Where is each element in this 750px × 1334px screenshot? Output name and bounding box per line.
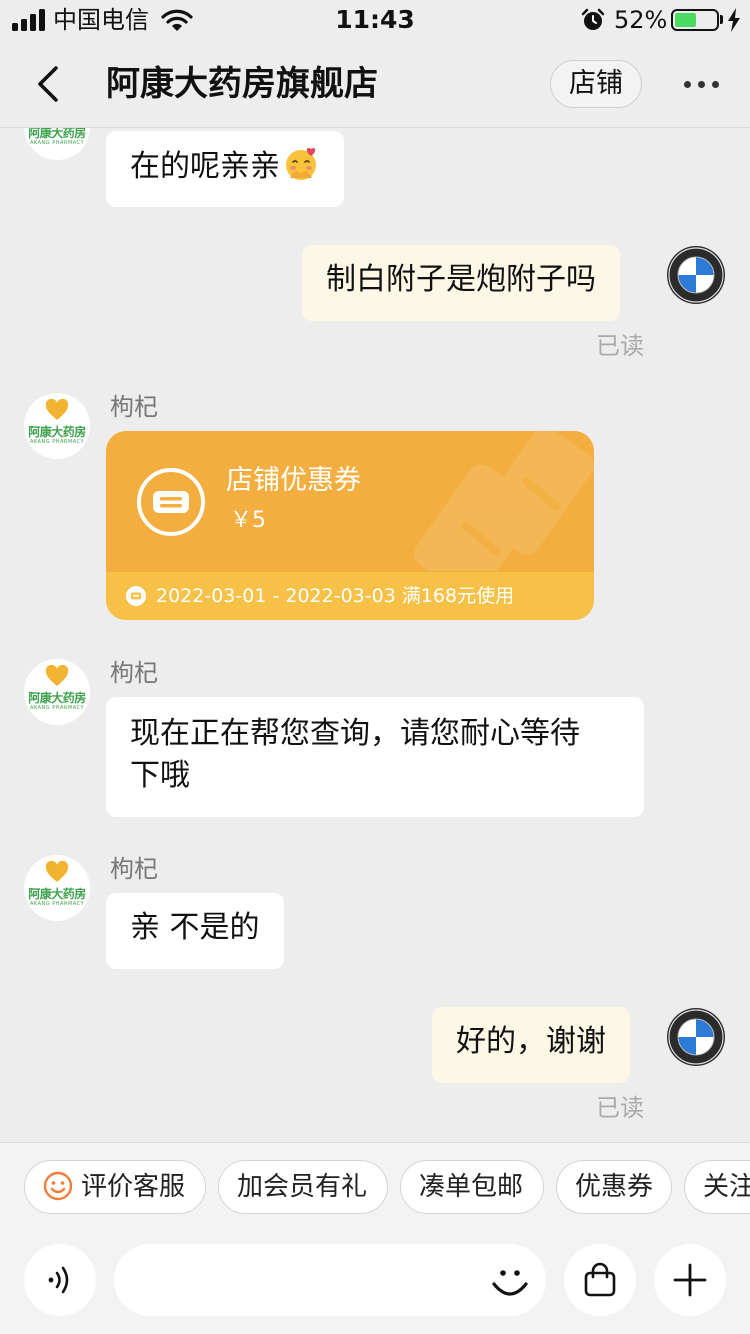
quick-reply-bar[interactable]: 评价客服 加会员有礼 凑单包邮 优惠券 关注 <box>0 1142 750 1230</box>
shop-logo-sub: AKANG PHARMACY <box>29 901 84 907</box>
quick-reply-label: 加会员有礼 <box>237 1172 368 1202</box>
battery-percent: 52% <box>614 6 668 34</box>
user-avatar-bmw-logo-icon[interactable] <box>666 245 726 305</box>
hugging-face-emoji-icon <box>286 147 316 180</box>
quick-reply-label: 关注 <box>703 1172 750 1202</box>
more-dots-icon[interactable] <box>682 70 722 98</box>
coupon-pattern-decoration <box>414 431 594 571</box>
sender-name: 枸杞 <box>110 659 158 687</box>
charging-bolt-icon <box>728 8 740 32</box>
coupon-card[interactable]: 店铺优惠券 ￥5 2022-03-01 - 2022-03-03 满168元使用 <box>106 431 594 620</box>
shop-avatar[interactable]: 阿康大药房 AKANG PHARMACY <box>24 128 90 160</box>
message-text: 好的，谢谢 <box>456 1024 606 1059</box>
chat-area[interactable]: 阿康大药房 AKANG PHARMACY 在的呢亲亲 制白附子是炮附子吗 已读 … <box>0 128 750 1142</box>
emoji-face-icon[interactable] <box>488 1260 532 1304</box>
input-bar <box>0 1230 750 1334</box>
message-bubble[interactable]: 亲 不是的 <box>106 893 284 969</box>
read-status: 已读 <box>596 332 644 360</box>
read-status: 已读 <box>596 1094 644 1122</box>
smile-icon <box>43 1171 73 1201</box>
message-bubble[interactable]: 在的呢亲亲 <box>106 131 344 207</box>
voice-button[interactable] <box>24 1244 96 1316</box>
message-input[interactable] <box>114 1244 546 1316</box>
shop-logo-heart-icon <box>45 861 69 882</box>
my-message-bubble[interactable]: 制白附子是炮附子吗 <box>302 245 620 321</box>
shop-logo-text: 阿康大药房 <box>28 691 86 705</box>
coupon-value: ￥5 <box>230 508 266 533</box>
shop-logo-sub: AKANG PHARMACY <box>29 705 84 711</box>
quick-reply-label: 评价客服 <box>81 1172 186 1202</box>
user-avatar-bmw-logo-icon[interactable] <box>666 1007 726 1067</box>
shop-logo-heart-icon <box>45 665 69 686</box>
message-text-line-1: 现在正在帮您查询，请您耐心等待 <box>130 716 580 751</box>
message-bubble[interactable]: 现在正在帮您查询，请您耐心等待 下哦 <box>106 697 644 817</box>
plus-icon <box>673 1263 707 1297</box>
coupon-small-icon <box>126 586 146 606</box>
quick-reply-follow[interactable]: 关注 <box>684 1160 750 1214</box>
quick-reply-rate-service[interactable]: 评价客服 <box>24 1160 206 1214</box>
message-text: 亲 不是的 <box>130 910 260 945</box>
voice-icon <box>48 1266 69 1294</box>
plus-button[interactable] <box>654 1244 726 1316</box>
shop-avatar[interactable]: 阿康大药房 AKANG PHARMACY <box>24 393 90 459</box>
shop-logo-text: 阿康大药房 <box>28 425 86 439</box>
coupon-title: 店铺优惠券 <box>226 465 361 496</box>
my-message-bubble[interactable]: 好的，谢谢 <box>432 1007 630 1083</box>
shop-logo-sub: AKANG PHARMACY <box>29 439 84 445</box>
coupon-ticket-icon <box>137 468 205 536</box>
quick-reply-free-shipping[interactable]: 凑单包邮 <box>400 1160 544 1214</box>
shop-button[interactable]: 店铺 <box>550 60 642 108</box>
shopping-bag-button[interactable] <box>564 1244 636 1316</box>
message-text: 在的呢亲亲 <box>130 149 280 184</box>
message-text-line-2: 下哦 <box>130 758 190 793</box>
shop-logo-text: 阿康大药房 <box>28 128 86 140</box>
coupon-footer: 2022-03-01 - 2022-03-03 满168元使用 <box>106 572 594 620</box>
sender-name: 枸杞 <box>110 855 158 883</box>
shop-avatar[interactable]: 阿康大药房 AKANG PHARMACY <box>24 855 90 921</box>
quick-reply-member-gift[interactable]: 加会员有礼 <box>218 1160 388 1214</box>
coupon-validity: 2022-03-01 - 2022-03-03 满168元使用 <box>156 585 515 607</box>
shop-avatar[interactable]: 阿康大药房 AKANG PHARMACY <box>24 659 90 725</box>
battery-cap <box>720 15 723 24</box>
message-text: 制白附子是炮附子吗 <box>326 262 596 297</box>
quick-reply-label: 凑单包邮 <box>419 1172 524 1202</box>
quick-reply-label: 优惠券 <box>575 1172 654 1202</box>
shop-logo-text: 阿康大药房 <box>28 887 86 901</box>
shop-logo-heart-icon <box>45 399 69 420</box>
quick-reply-coupon[interactable]: 优惠券 <box>556 1160 672 1214</box>
battery-icon <box>671 9 719 31</box>
back-arrow-icon[interactable] <box>30 64 66 104</box>
status-bar: 中国电信 11:43 52% <box>0 0 750 40</box>
shop-logo-sub: AKANG PHARMACY <box>29 140 84 146</box>
alarm-icon <box>581 8 605 30</box>
nav-bar: 阿康大药房旗舰店 店铺 <box>0 40 750 128</box>
sender-name: 枸杞 <box>110 393 158 421</box>
shopping-bag-icon <box>584 1262 616 1297</box>
page-title: 阿康大药房旗舰店 <box>106 64 378 104</box>
